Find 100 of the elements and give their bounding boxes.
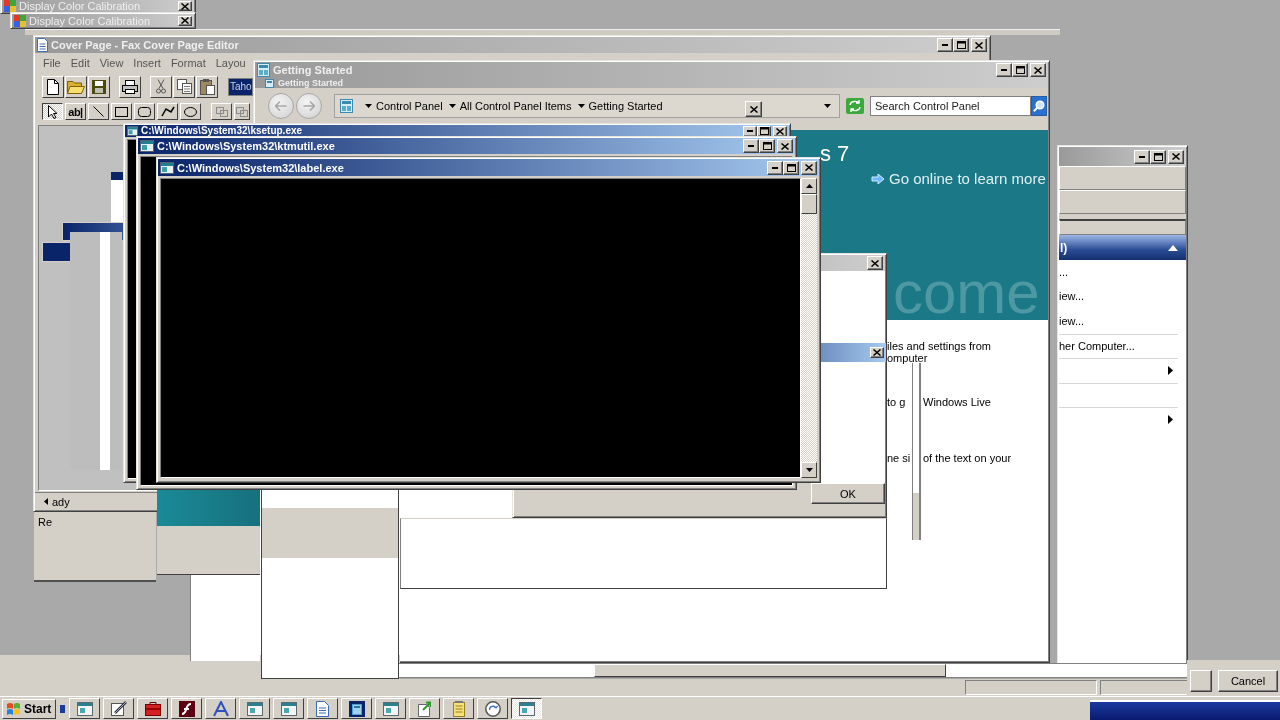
minimize-icon (1139, 155, 1145, 158)
banner-heading: s 7 (820, 142, 850, 166)
window-title: C:\Windows\System32\ksetup.exe (141, 125, 303, 137)
maximize-button[interactable] (1150, 149, 1166, 164)
window-title: Getting Started (273, 63, 353, 77)
maximize-icon (762, 142, 772, 150)
minimize-button[interactable] (743, 139, 759, 153)
close-icon (749, 105, 758, 113)
arrow-right-icon (303, 101, 315, 111)
menu-item[interactable]: Layou (210, 55, 251, 71)
refresh-button[interactable] (845, 97, 865, 115)
maximize-button[interactable] (783, 160, 799, 175)
search-field[interactable]: Search Control Panel (870, 96, 1031, 116)
caret-down-icon (823, 104, 831, 108)
line-icon (93, 106, 104, 117)
task-link[interactable]: to g (887, 396, 923, 408)
taskbar-button[interactable] (511, 698, 542, 719)
minimize-button[interactable] (996, 63, 1012, 77)
close-icon (975, 41, 983, 49)
cut-button[interactable] (150, 75, 172, 98)
close-button[interactable] (801, 160, 817, 175)
menu-item[interactable]: View (94, 55, 129, 71)
caret-right-icon (1168, 415, 1173, 425)
close-button[interactable] (867, 256, 883, 270)
task-link[interactable]: iew... (1059, 309, 1178, 334)
window-icon (76, 701, 93, 716)
close-icon (873, 349, 881, 356)
scrollbar-thumb[interactable] (801, 194, 817, 214)
menu-item[interactable]: Edit (65, 55, 95, 71)
new-button[interactable] (42, 75, 64, 98)
task-link[interactable]: iles and settings from omputer (887, 340, 991, 364)
maximize-button[interactable] (953, 38, 969, 52)
page-icon (47, 78, 59, 95)
close-button[interactable] (773, 125, 787, 137)
vertical-scrollbar[interactable] (801, 178, 817, 478)
task-link[interactable]: ne si (887, 452, 923, 464)
scrollbar-thumb[interactable] (594, 664, 946, 677)
button[interactable] (1190, 670, 1212, 692)
task-link[interactable]: Windows Live (923, 396, 991, 408)
close-button[interactable] (1030, 63, 1046, 77)
task-link[interactable]: her Computer... (1059, 333, 1178, 358)
search-button[interactable] (1031, 96, 1047, 116)
minimize-button[interactable] (1134, 149, 1150, 164)
learn-more-link[interactable]: Go online to learn more (871, 170, 1046, 188)
polyline-tool[interactable] (157, 103, 178, 120)
minimize-icon (1001, 69, 1007, 71)
breadcrumb-link[interactable]: All Control Panel Items (459, 99, 572, 113)
arrow-pointer-icon (48, 104, 57, 119)
breadcrumb-link[interactable]: Getting Started (588, 99, 663, 113)
window-icon (518, 701, 535, 716)
breadcrumb-link[interactable]: Control Panel (376, 99, 443, 113)
menu-item[interactable]: Insert (128, 55, 166, 71)
minimize-button[interactable] (767, 160, 783, 175)
maximize-button[interactable] (757, 125, 771, 137)
document-icon (316, 700, 329, 717)
close-button[interactable] (178, 15, 192, 26)
address-bar[interactable]: Control Panel All Control Panel Items Getting Started (334, 94, 840, 118)
rounded-rectangle-tool[interactable] (134, 103, 155, 120)
task-link[interactable]: of the text on your (923, 452, 1012, 464)
letter-a-icon (212, 700, 229, 717)
ok-button[interactable]: OK (811, 483, 885, 504)
open-button[interactable] (65, 75, 87, 98)
close-button[interactable] (777, 139, 793, 153)
close-button[interactable] (178, 1, 192, 11)
window-icon (246, 701, 263, 716)
task-link[interactable]: ... (1059, 260, 1178, 285)
stacked-squares-icon (236, 106, 248, 117)
minimize-icon (772, 166, 778, 169)
close-icon (181, 17, 189, 24)
pointer-tool[interactable] (42, 103, 63, 120)
ellipse-icon (184, 106, 197, 117)
maximize-button[interactable] (759, 139, 775, 153)
line-tool[interactable] (88, 103, 109, 120)
text-tool[interactable]: ab| (65, 103, 86, 120)
rounded-rectangle-icon (138, 106, 151, 117)
menu-item[interactable]: Format (165, 55, 211, 71)
minimize-button[interactable] (937, 38, 953, 52)
maximize-button[interactable] (1012, 63, 1028, 77)
menu-item[interactable]: File (38, 55, 66, 71)
close-button[interactable] (870, 347, 884, 358)
maximize-icon (759, 127, 769, 135)
cancel-button[interactable]: Cancel (1218, 670, 1278, 692)
caret-down-icon (577, 104, 585, 108)
rectangle-tool[interactable] (111, 103, 132, 120)
close-button[interactable] (971, 38, 987, 52)
save-button[interactable] (88, 75, 110, 98)
caret-down-icon (365, 104, 372, 108)
paste-button[interactable] (196, 75, 218, 98)
font-field[interactable]: Taho (228, 77, 253, 96)
scroll-down-button[interactable] (801, 462, 817, 478)
close-icon (871, 259, 879, 267)
close-button[interactable] (1168, 149, 1184, 164)
task-link[interactable]: iew... (1059, 284, 1178, 309)
close-button[interactable] (745, 101, 762, 117)
print-button[interactable] (119, 75, 141, 98)
copy-button[interactable] (173, 75, 195, 98)
scroll-up-button[interactable] (801, 178, 817, 194)
ellipse-tool[interactable] (180, 103, 201, 120)
start-button[interactable]: Start (2, 698, 56, 719)
panel-header[interactable]: l) (1059, 235, 1186, 260)
